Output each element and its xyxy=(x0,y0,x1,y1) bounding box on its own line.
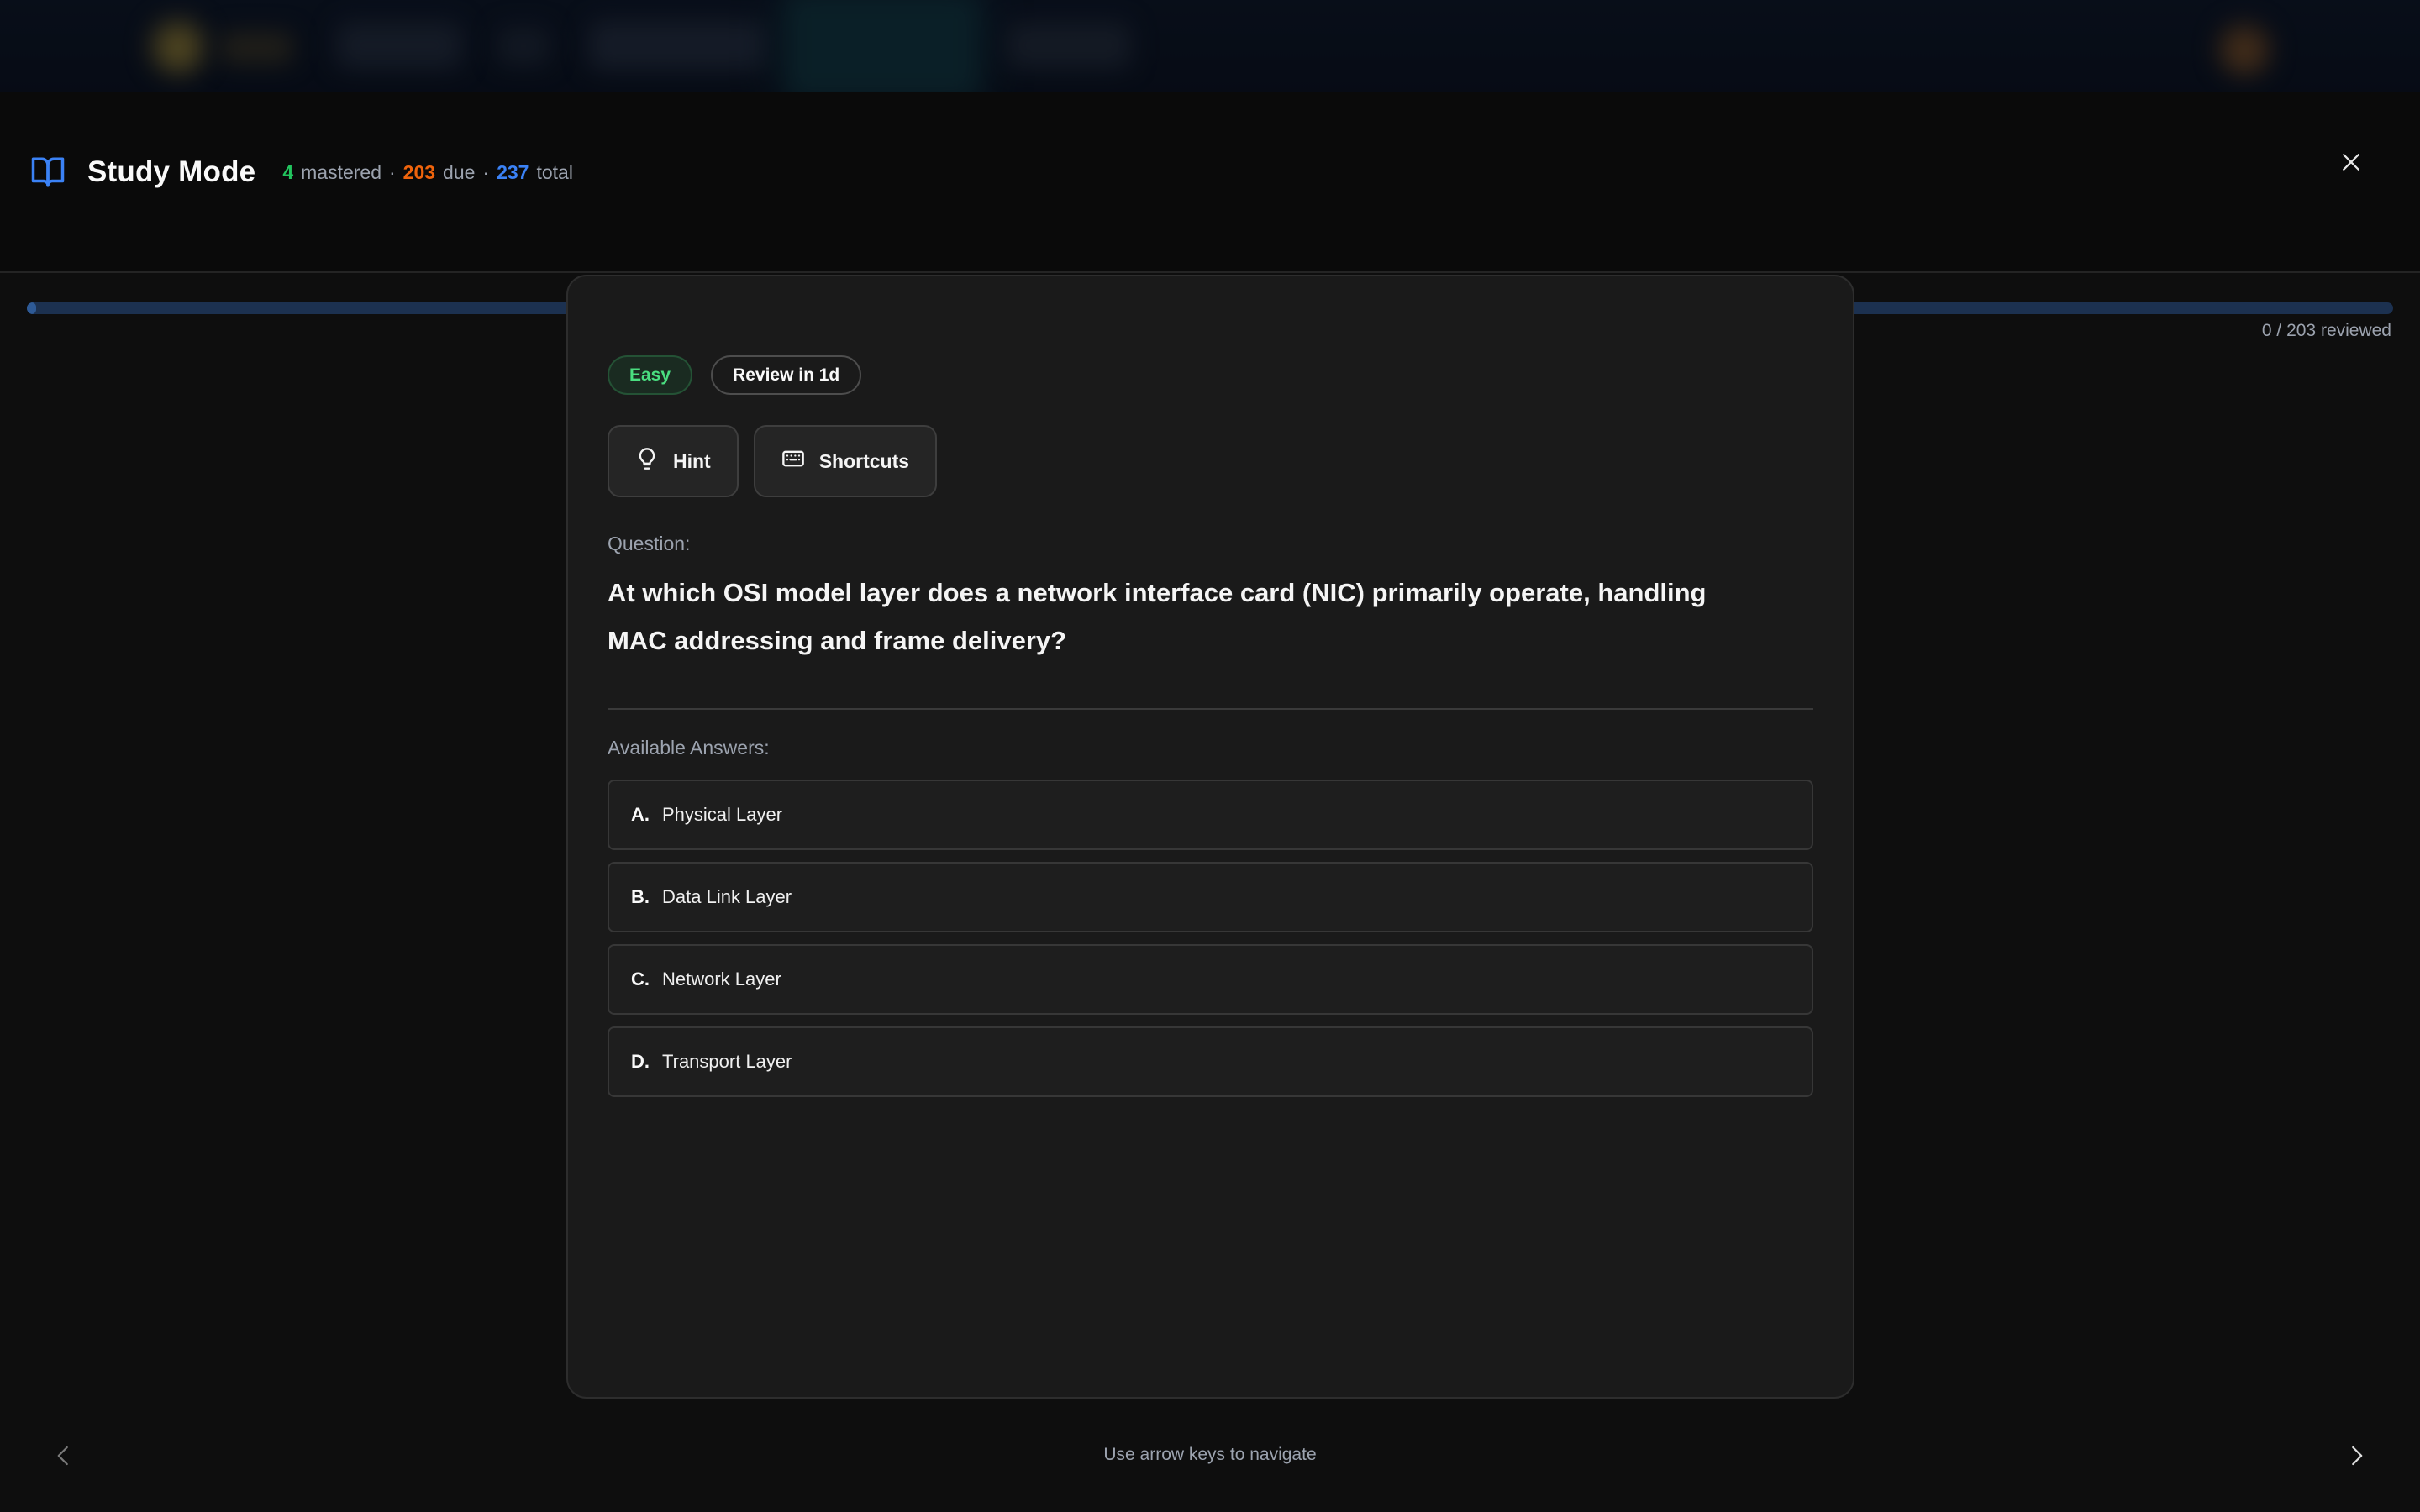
answers-label: Available Answers: xyxy=(608,737,1813,759)
chevron-right-icon xyxy=(2344,1443,2369,1471)
mastered-label: mastered xyxy=(301,161,381,184)
answer-option-c[interactable]: C. Network Layer xyxy=(608,944,1813,1015)
card-divider xyxy=(608,708,1813,710)
question-label: Question: xyxy=(608,533,1813,555)
modal-backdrop xyxy=(0,0,2420,92)
shortcuts-button[interactable]: Shortcuts xyxy=(754,425,937,497)
keyboard-navigation-hint: Use arrow keys to navigate xyxy=(0,1445,2420,1465)
next-card-button[interactable] xyxy=(2333,1433,2380,1480)
answers-list: A. Physical Layer B. Data Link Layer C. … xyxy=(608,780,1813,1097)
stats-separator: · xyxy=(389,161,396,184)
progress-bar-fill xyxy=(27,302,36,314)
footer-nav: Use arrow keys to navigate xyxy=(0,1421,2420,1497)
answer-text: Physical Layer xyxy=(662,804,782,826)
button-row: Hint Shortcuts xyxy=(608,425,1813,497)
answer-text: Network Layer xyxy=(662,969,781,990)
answer-option-d[interactable]: D. Transport Layer xyxy=(608,1026,1813,1097)
hint-button[interactable]: Hint xyxy=(608,425,739,497)
answer-option-b[interactable]: B. Data Link Layer xyxy=(608,862,1813,932)
close-button[interactable] xyxy=(2329,141,2373,185)
background-top-nav xyxy=(0,0,2420,92)
answer-letter: A. xyxy=(631,804,650,826)
question-text: At which OSI model layer does a network … xyxy=(608,569,1725,664)
flashcard: Easy Review in 1d Hint Shortcuts Questio… xyxy=(566,275,1854,1399)
open-book-icon xyxy=(30,155,66,190)
due-count: 203 xyxy=(403,161,435,184)
study-stats: 4 mastered · 203 due · 237 total xyxy=(282,161,573,184)
lightbulb-icon xyxy=(635,447,659,475)
page-title: Study Mode xyxy=(87,155,255,189)
answer-letter: D. xyxy=(631,1051,650,1073)
reviewed-count: 0 / 203 reviewed xyxy=(2262,321,2391,341)
study-mode-header: Study Mode 4 mastered · 203 due · 237 to… xyxy=(0,92,2420,273)
difficulty-badge: Easy xyxy=(608,355,692,395)
mastered-count: 4 xyxy=(282,161,293,184)
close-icon xyxy=(2338,150,2364,177)
answer-letter: C. xyxy=(631,969,650,990)
answer-text: Data Link Layer xyxy=(662,886,792,908)
stats-separator: · xyxy=(482,161,489,184)
answer-option-a[interactable]: A. Physical Layer xyxy=(608,780,1813,850)
total-label: total xyxy=(536,161,572,184)
hint-button-label: Hint xyxy=(673,450,711,473)
shortcuts-button-label: Shortcuts xyxy=(819,450,909,473)
review-schedule-badge: Review in 1d xyxy=(711,355,861,395)
answer-letter: B. xyxy=(631,886,650,908)
total-count: 237 xyxy=(497,161,529,184)
due-label: due xyxy=(443,161,475,184)
badge-row: Easy Review in 1d xyxy=(608,355,1813,395)
answer-text: Transport Layer xyxy=(662,1051,792,1073)
keyboard-icon xyxy=(781,447,805,475)
